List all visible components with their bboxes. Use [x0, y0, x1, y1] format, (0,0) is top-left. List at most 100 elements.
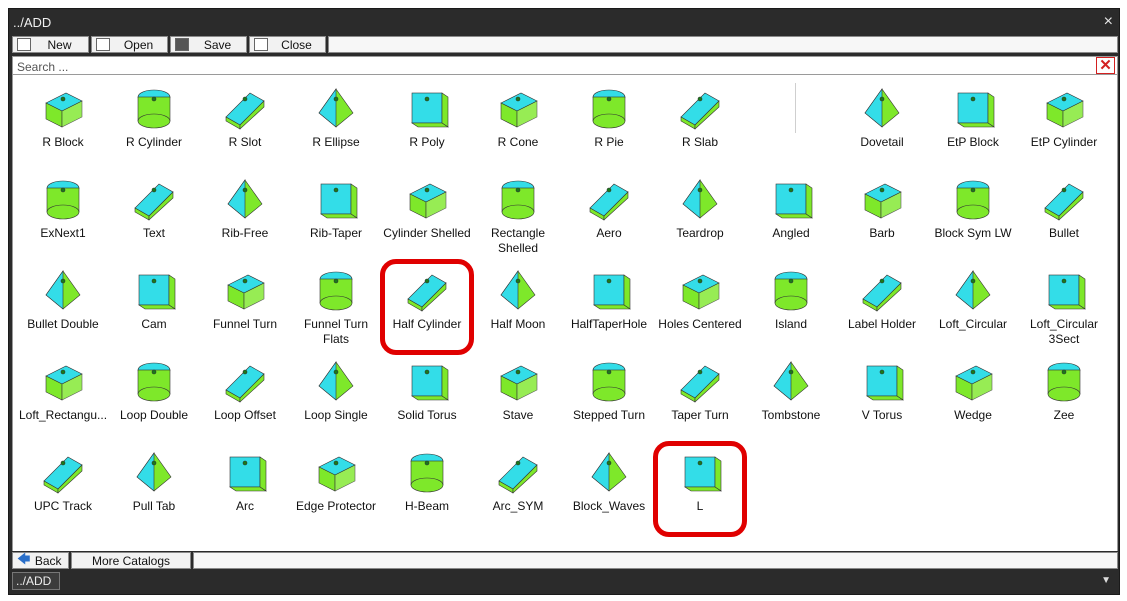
catalog-item-label: Cam: [141, 317, 167, 331]
catalog-item-label: R Slot: [228, 135, 262, 149]
catalog-item-label: ExNext1: [40, 226, 86, 240]
more-catalogs-button[interactable]: More Catalogs: [71, 552, 191, 569]
catalog-item[interactable]: Loft_Circular 3Sect: [1019, 265, 1109, 353]
close-button[interactable]: Close: [249, 36, 326, 53]
catalog-item[interactable]: Loop Single: [291, 356, 381, 444]
clear-search-icon[interactable]: ✕: [1096, 57, 1115, 74]
catalog-item[interactable]: V Torus: [837, 356, 927, 444]
catalog-item[interactable]: Angled: [746, 174, 836, 262]
catalog-item-label: Bullet Double: [27, 317, 99, 331]
catalog-item[interactable]: Block Sym LW: [928, 174, 1018, 262]
catalog-item[interactable]: Taper Turn: [655, 356, 745, 444]
catalog-item[interactable]: Barb: [837, 174, 927, 262]
catalog-item-label: Loop Single: [304, 408, 368, 422]
catalog-item[interactable]: L: [655, 447, 745, 535]
catalog-item-label: L: [696, 499, 704, 513]
catalog-item-label: Cylinder Shelled: [383, 226, 471, 240]
catalog-item[interactable]: R Slab: [655, 83, 745, 171]
catalog-item-label: Aero: [596, 226, 622, 240]
catalog-item-label: Pull Tab: [132, 499, 176, 513]
funnel-turn-icon: [227, 274, 265, 310]
new-button[interactable]: New: [12, 36, 89, 53]
block-waves-icon: [591, 452, 627, 492]
catalog-item[interactable]: Edge Protector: [291, 447, 381, 535]
catalog-item[interactable]: Arc: [200, 447, 290, 535]
teardrop-icon: [682, 179, 718, 219]
catalog-item[interactable]: Teardrop: [655, 174, 745, 262]
catalog-item-label: Arc: [236, 499, 254, 513]
catalog-item[interactable]: R Ellipse: [291, 83, 381, 171]
catalog-item[interactable]: Cam: [109, 265, 199, 353]
catalog-item-label: Barb: [869, 226, 895, 240]
catalog-item[interactable]: Funnel Turn Flats: [291, 265, 381, 353]
catalog-item[interactable]: Rib-Taper: [291, 174, 381, 262]
catalog-item[interactable]: Text: [109, 174, 199, 262]
catalog-item[interactable]: Rectangle Shelled: [473, 174, 563, 262]
catalog-item[interactable]: HalfTaperHole: [564, 265, 654, 353]
catalog-item[interactable]: Stepped Turn: [564, 356, 654, 444]
catalog-item[interactable]: Funnel Turn: [200, 265, 290, 353]
pull-tab-icon: [136, 452, 172, 492]
catalog-item[interactable]: Loft_Circular: [928, 265, 1018, 353]
catalog-item-label: Taper Turn: [671, 408, 729, 422]
catalog-item[interactable]: R Pie: [564, 83, 654, 171]
catalog-item[interactable]: Half Cylinder: [382, 265, 472, 353]
catalog-item[interactable]: Label Holder: [837, 265, 927, 353]
half-cylinder-icon: [407, 274, 447, 312]
catalog-item[interactable]: Stave: [473, 356, 563, 444]
search-input[interactable]: [15, 58, 1079, 75]
catalog-item[interactable]: Bullet: [1019, 174, 1109, 262]
catalog-item[interactable]: Pull Tab: [109, 447, 199, 535]
catalog-item[interactable]: R Block: [18, 83, 108, 171]
catalog-item[interactable]: Half Moon: [473, 265, 563, 353]
catalog-item[interactable]: R Cone: [473, 83, 563, 171]
catalog-item[interactable]: Aero: [564, 174, 654, 262]
catalog-item-label: Text: [142, 226, 165, 240]
open-button[interactable]: Open: [91, 36, 168, 53]
catalog-item[interactable]: Island: [746, 265, 836, 353]
close-window-icon[interactable]: ×: [1104, 13, 1113, 31]
catalog-item[interactable]: Arc_SYM: [473, 447, 563, 535]
catalog-item-label: R Block: [42, 135, 84, 149]
save-button[interactable]: Save: [170, 36, 247, 53]
catalog-item[interactable]: Loop Double: [109, 356, 199, 444]
rib-taper-icon: [320, 183, 358, 219]
catalog-item[interactable]: Dovetail: [837, 83, 927, 171]
catalog-item-label: Island: [774, 317, 808, 331]
catalog-item[interactable]: Cylinder Shelled: [382, 174, 472, 262]
footer-spacer: [193, 552, 1118, 569]
catalog-item-label: Teardrop: [676, 226, 724, 240]
tombstone-icon: [773, 361, 809, 401]
catalog-item[interactable]: Rib-Free: [200, 174, 290, 262]
cam-icon: [138, 274, 176, 310]
catalog-item[interactable]: EtP Cylinder: [1019, 83, 1109, 171]
h-beam-icon: [410, 453, 444, 493]
catalog-item[interactable]: Holes Centered: [655, 265, 745, 353]
catalog-item[interactable]: H-Beam: [382, 447, 472, 535]
catalog-item[interactable]: Zee: [1019, 356, 1109, 444]
catalog-item[interactable]: EtP Block: [928, 83, 1018, 171]
aero-icon: [589, 183, 629, 221]
catalog-item[interactable]: Block_Waves: [564, 447, 654, 535]
catalog-item[interactable]: Tombstone: [746, 356, 836, 444]
catalog-item[interactable]: Bullet Double: [18, 265, 108, 353]
catalog-item[interactable]: Loft_Rectangu...: [18, 356, 108, 444]
catalog-item[interactable]: ExNext1: [18, 174, 108, 262]
catalog-item-label: Funnel Turn: [212, 317, 278, 331]
r-ellipse-icon: [318, 88, 354, 128]
catalog-item[interactable]: R Cylinder: [109, 83, 199, 171]
catalog-item[interactable]: Loop Offset: [200, 356, 290, 444]
catalog-item[interactable]: Wedge: [928, 356, 1018, 444]
chevron-down-icon[interactable]: ▼: [1101, 575, 1111, 586]
catalog-item-label: H-Beam: [404, 499, 449, 513]
catalog-item-label: Half Cylinder: [392, 317, 462, 331]
catalog-item[interactable]: R Slot: [200, 83, 290, 171]
catalog-item[interactable]: Solid Torus: [382, 356, 472, 444]
back-button[interactable]: 🡄 Back: [12, 551, 69, 569]
etp-cylinder-icon: [1046, 92, 1084, 128]
catalog-item[interactable]: UPC Track: [18, 447, 108, 535]
window-title: ../ADD: [13, 15, 52, 30]
catalog-item[interactable]: R Poly: [382, 83, 472, 171]
catalog-item-label: Rib-Free: [221, 226, 269, 240]
catalog-item-label: Tombstone: [761, 408, 821, 422]
